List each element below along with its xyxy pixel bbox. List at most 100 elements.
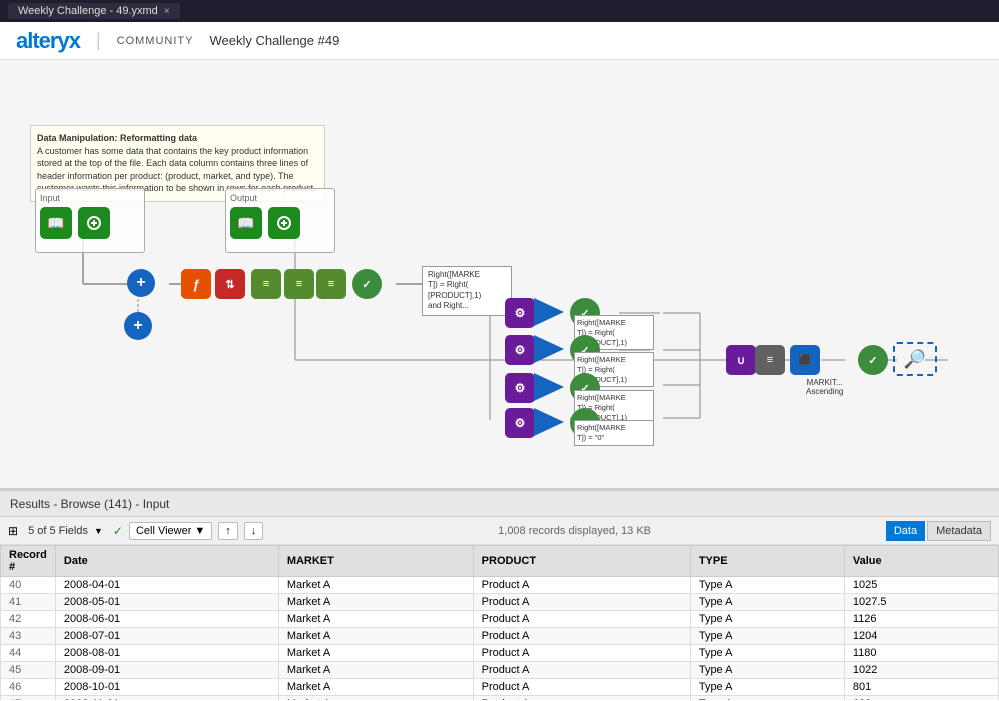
column-header-product: PRODUCT <box>473 546 690 577</box>
union-node[interactable]: ∪ <box>726 345 756 375</box>
cell-r4-c2: Market A <box>278 645 473 662</box>
data-button[interactable]: Data <box>886 521 925 541</box>
select-node-3[interactable]: ≡ <box>316 269 346 299</box>
cell-r1-c5: 1027.5 <box>844 594 998 611</box>
formula-node-1[interactable]: ƒ <box>181 269 211 299</box>
select-final-node[interactable]: ≡ <box>755 345 785 375</box>
output-nodes: 📖 <box>230 207 330 239</box>
output-browse-node[interactable]: 🔎 <box>893 342 937 376</box>
data-meta-buttons: Data Metadata <box>886 521 991 541</box>
triangle-1 <box>534 298 564 326</box>
cell-r4-c0: 44 <box>1 645 56 662</box>
output-label: Output <box>230 193 330 203</box>
cell-r7-c2: Market A <box>278 696 473 701</box>
cell-r0-c5: 1025 <box>844 577 998 594</box>
close-tab-button[interactable]: × <box>164 6 170 17</box>
column-header-record-num: Record # <box>1 546 56 577</box>
app-header: alteryx | COMMUNITY Weekly Challenge #49 <box>0 22 999 60</box>
cell-r7-c4: Type A <box>690 696 844 701</box>
filter-4-node[interactable]: ⚙ <box>505 373 535 403</box>
tab-label: Weekly Challenge - 49.yxmd <box>18 5 158 17</box>
alteryx-logo: alteryx <box>16 28 80 54</box>
cell-r4-c1: 2008-08-01 <box>55 645 278 662</box>
filter-node-1[interactable]: ✓ <box>352 269 382 299</box>
table-wrapper: Record #DateMARKETPRODUCTTYPEValue 40200… <box>0 545 999 700</box>
table-row: 402008-04-01Market AProduct AType A1025 <box>1 577 999 594</box>
cell-r5-c4: Type A <box>690 662 844 679</box>
cell-r3-c0: 43 <box>1 628 56 645</box>
top-bar: Weekly Challenge - 49.yxmd × <box>0 0 999 22</box>
cell-viewer-label: Cell Viewer <box>136 525 191 537</box>
cell-r6-c1: 2008-10-01 <box>55 679 278 696</box>
triangle-3 <box>534 373 564 401</box>
formula-label-row4: Right([MARKET]) = "0" <box>574 420 654 446</box>
chevron-down-icon: ▼ <box>94 526 103 536</box>
cell-r6-c2: Market A <box>278 679 473 696</box>
sort-node[interactable]: ⬛ <box>790 345 820 375</box>
input-node-1[interactable]: 📖 <box>40 207 72 239</box>
table-row: 412008-05-01Market AProduct AType A1027.… <box>1 594 999 611</box>
comment-title: Data Manipulation: Reformatting data <box>37 133 197 143</box>
table-row: 432008-07-01Market AProduct AType A1204 <box>1 628 999 645</box>
cell-r2-c2: Market A <box>278 611 473 628</box>
transpose-node-1[interactable]: ⇅ <box>215 269 245 299</box>
cell-r5-c2: Market A <box>278 662 473 679</box>
check-final-node[interactable]: ✓ <box>858 345 888 375</box>
data-table: Record #DateMARKETPRODUCTTYPEValue 40200… <box>0 545 999 700</box>
cell-r1-c4: Type A <box>690 594 844 611</box>
input-nodes: 📖 <box>40 207 140 239</box>
cell-viewer-arrow: ▼ <box>194 525 205 537</box>
results-header: Results - Browse (141) - Input <box>0 491 999 517</box>
cell-r3-c1: 2008-07-01 <box>55 628 278 645</box>
header-divider: | <box>96 30 101 51</box>
grid-icon: ⊞ <box>8 524 18 538</box>
table-row: 472008-11-01Market AProduct AType A688 <box>1 696 999 701</box>
cell-r6-c4: Type A <box>690 679 844 696</box>
cell-r7-c3: Product A <box>473 696 690 701</box>
filter-2-node[interactable]: ⚙ <box>505 298 535 328</box>
cell-viewer-button[interactable]: Cell Viewer ▼ <box>129 522 212 540</box>
browse-node-2[interactable] <box>268 207 300 239</box>
metadata-button[interactable]: Metadata <box>927 521 991 541</box>
workflow-canvas: Data Manipulation: Reformatting data A c… <box>0 60 999 490</box>
triangle-2 <box>534 335 564 363</box>
triangle-4 <box>534 408 564 436</box>
select-node-1[interactable]: ≡ <box>251 269 281 299</box>
column-header-market: MARKET <box>278 546 473 577</box>
cell-r7-c5: 688 <box>844 696 998 701</box>
cross-tab-node-2[interactable]: + <box>124 312 152 340</box>
cell-r6-c5: 801 <box>844 679 998 696</box>
table-row: 442008-08-01Market AProduct AType A1180 <box>1 645 999 662</box>
cell-r7-c0: 47 <box>1 696 56 701</box>
records-info: 1,008 records displayed, 13 KB <box>498 525 651 537</box>
cross-tab-node-1[interactable]: + <box>127 269 155 297</box>
column-header-value: Value <box>844 546 998 577</box>
fields-count: 5 of 5 Fields <box>28 525 88 537</box>
cell-r6-c0: 46 <box>1 679 56 696</box>
cell-r5-c3: Product A <box>473 662 690 679</box>
cell-r0-c3: Product A <box>473 577 690 594</box>
column-header-date: Date <box>55 546 278 577</box>
cell-r4-c5: 1180 <box>844 645 998 662</box>
table-body: 402008-04-01Market AProduct AType A10254… <box>1 577 999 701</box>
input-node-2[interactable]: 📖 <box>230 207 262 239</box>
filter-3-node[interactable]: ⚙ <box>505 335 535 365</box>
cell-r3-c4: Type A <box>690 628 844 645</box>
output-container: Output 📖 <box>225 188 335 253</box>
table-header-row: Record #DateMARKETPRODUCTTYPEValue <box>1 546 999 577</box>
column-header-type: TYPE <box>690 546 844 577</box>
cell-r1-c2: Market A <box>278 594 473 611</box>
results-panel: Results - Browse (141) - Input ⊞ 5 of 5 … <box>0 490 999 701</box>
table-row: 422008-06-01Market AProduct AType A1126 <box>1 611 999 628</box>
file-tab[interactable]: Weekly Challenge - 49.yxmd × <box>8 3 180 19</box>
browse-node-1[interactable] <box>78 207 110 239</box>
sort-asc-icon: ↑ <box>225 525 231 537</box>
results-toolbar: ⊞ 5 of 5 Fields ▼ ✓ Cell Viewer ▼ ↑ ↓ 1,… <box>0 517 999 545</box>
select-node-2[interactable]: ≡ <box>284 269 314 299</box>
cell-r5-c0: 45 <box>1 662 56 679</box>
results-title: Results - Browse (141) - Input <box>10 497 169 511</box>
filter-5-node[interactable]: ⚙ <box>505 408 535 438</box>
sort-desc-button[interactable]: ↓ <box>244 522 264 540</box>
sort-asc-button[interactable]: ↑ <box>218 522 238 540</box>
cell-r0-c2: Market A <box>278 577 473 594</box>
